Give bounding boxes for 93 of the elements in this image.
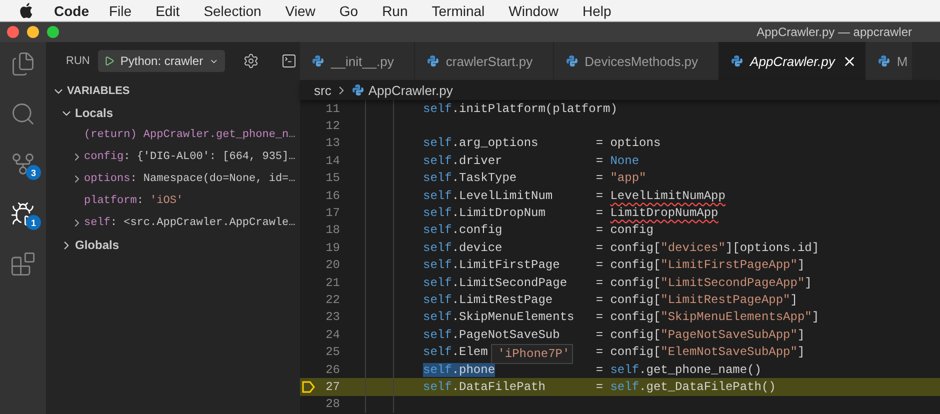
code-text: self.phone	[423, 362, 496, 377]
variable-entry[interactable]: options: Namespace(do=None, id=…	[84, 173, 296, 185]
menu-item[interactable]: Run	[382, 2, 408, 18]
line-number: 26	[326, 362, 340, 377]
python-file-icon	[731, 55, 744, 67]
code-text: = "app"	[596, 171, 646, 186]
editor-tab[interactable]: DevicesMethods.py	[554, 42, 720, 80]
python-file-icon	[878, 55, 890, 67]
editor-tab[interactable]: M	[866, 42, 913, 80]
debug-console-icon[interactable]	[280, 53, 297, 69]
line-number: 12	[326, 119, 340, 134]
line-number: 20	[326, 258, 340, 272]
line-number: 13	[326, 136, 340, 150]
code-text: = config["LimitFirstPageApp"]	[596, 258, 805, 272]
code-text: = None	[596, 154, 640, 168]
code-text: self.arg_options	[423, 136, 538, 150]
line-number: 14	[326, 154, 340, 168]
code-text: = LimitDropNumApp	[596, 206, 718, 220]
variable-entry[interactable]: config: {'DIG-AL00': [664, 935]…	[84, 151, 296, 163]
breadcrumb-item[interactable]: AppCrawler.py	[368, 82, 453, 98]
settings-icon[interactable]	[242, 53, 259, 69]
code-text: self.Elem	[423, 345, 488, 360]
line-number: 17	[326, 206, 340, 220]
line-number: 16	[326, 188, 340, 203]
line-number: 24	[326, 328, 340, 342]
code-text: self.driver	[423, 154, 502, 168]
code-text: = config	[596, 223, 654, 238]
python-file-icon	[352, 84, 364, 96]
code-text: self.LimitFirstPage	[423, 258, 560, 272]
count-badge: 1	[26, 215, 41, 230]
code-text: self.LimitDropNum	[423, 206, 546, 220]
code-text: self.LimitSecondPage	[423, 276, 568, 290]
line-number: 25	[326, 345, 340, 360]
variable-entry[interactable]: platform: 'iOS'	[84, 195, 184, 207]
run-label: RUN	[66, 55, 90, 67]
line-number: 11	[326, 102, 340, 116]
line-number: 15	[326, 171, 340, 186]
menu-item[interactable]: File	[109, 2, 132, 18]
window-title: AppCrawler.py — appcrawler	[756, 25, 912, 39]
code-text: = config["devices"][options.id]	[596, 240, 820, 255]
line-number: 18	[326, 223, 340, 238]
menu-item[interactable]: Window	[508, 2, 558, 18]
editor-tab[interactable]: __init__.py	[300, 42, 415, 80]
scope-name[interactable]: Globals	[75, 238, 120, 252]
line-number: 23	[326, 310, 340, 324]
code-text: = config["ElemNotSaveSubApp"]	[596, 345, 805, 360]
code-text: self.device	[423, 240, 502, 255]
code-text: self.LimitRestPage	[423, 292, 553, 307]
menu-item[interactable]: Selection	[204, 2, 262, 18]
line-number: 22	[326, 292, 340, 307]
code-text: = config["LimitSecondPageApp"]	[596, 276, 812, 290]
paused-arrow-icon	[302, 380, 315, 393]
code-text: = LevelLimitNumApp	[596, 188, 726, 203]
code-text: self.PageNotSaveSub	[423, 328, 560, 342]
menu-item[interactable]: Edit	[156, 2, 180, 18]
play-icon[interactable]	[104, 54, 114, 68]
code-text: = config["LimitRestPageApp"]	[596, 292, 798, 307]
python-file-icon	[426, 55, 439, 67]
line-number: 19	[326, 240, 340, 255]
code-text: = config["SkipMenuElementsApp"]	[596, 310, 820, 324]
editor-tab[interactable]: crawlerStart.py	[414, 42, 554, 80]
configuration-dropdown[interactable]: Python: crawler	[98, 50, 225, 72]
code-text: self.DataFilePath	[423, 380, 546, 394]
code-text: self.initPlatform(platform)	[423, 102, 618, 116]
hover-tooltip: 'iPhone7P'	[490, 344, 573, 364]
minimize-icon[interactable]	[27, 26, 39, 38]
count-badge: 3	[26, 165, 41, 180]
variable-entry[interactable]: (return) AppCrawler.get_phone_n…	[84, 129, 296, 141]
breadcrumb-item[interactable]: src	[314, 82, 332, 98]
app-menu[interactable]: Code	[54, 2, 89, 18]
line-number: 27	[326, 380, 340, 394]
code-text: self.LevelLimitNum	[423, 188, 553, 203]
menu-item[interactable]: Terminal	[432, 2, 485, 18]
code-text: = self.get_DataFilePath()	[596, 380, 776, 394]
python-file-icon	[312, 55, 324, 67]
python-file-icon	[566, 55, 578, 67]
menu-item[interactable]: Go	[339, 2, 358, 18]
menu-item[interactable]: View	[285, 2, 316, 18]
code-text: = self.get_phone_name()	[596, 362, 762, 377]
menu-item[interactable]: Help	[582, 2, 612, 18]
maximize-icon[interactable]	[47, 26, 59, 38]
variable-entry[interactable]: self: <src.AppCrawler.AppCrawle…	[84, 217, 296, 229]
section-title[interactable]: VARIABLES	[67, 85, 130, 97]
apple-icon[interactable]	[20, 2, 34, 18]
editor-tab[interactable]: AppCrawler.py	[719, 42, 866, 80]
line-number: 21	[326, 276, 340, 290]
code-text: = config["PageNotSaveSubApp"]	[596, 328, 805, 342]
code-text: self.SkipMenuElements	[423, 310, 574, 324]
scope-name[interactable]: Locals	[75, 106, 114, 120]
code-text: = options	[596, 136, 661, 150]
code-text: self.config	[423, 223, 502, 238]
line-number: 28	[326, 397, 340, 412]
code-text: self.TaskType	[423, 171, 517, 186]
